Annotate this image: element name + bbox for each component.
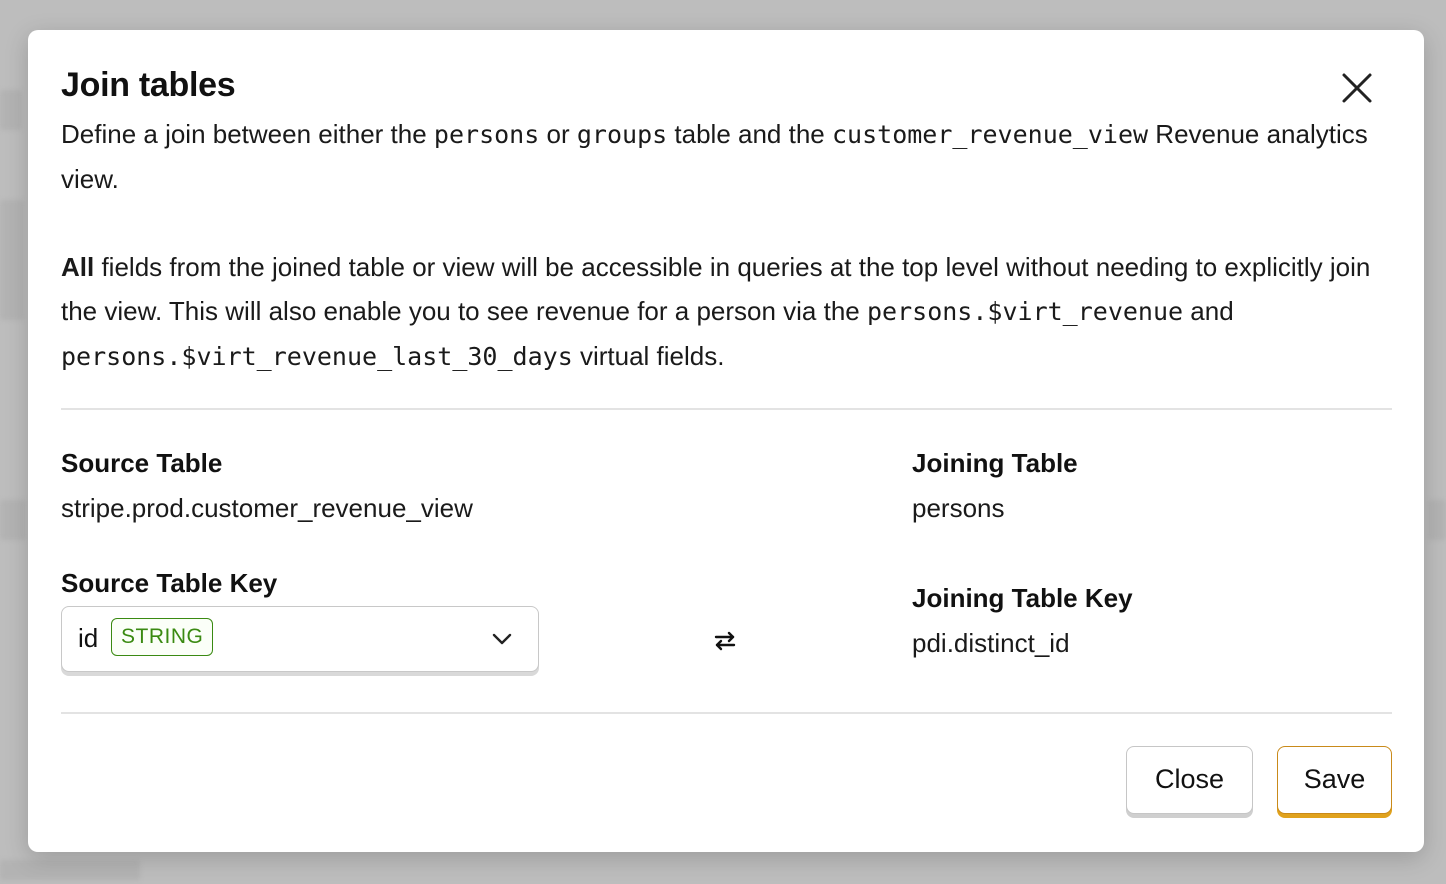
intro-text: or (539, 119, 577, 149)
bottom-divider (61, 712, 1392, 714)
source-key-select[interactable]: id STRING (61, 606, 539, 672)
intro-text: table and the (667, 119, 832, 149)
join-tables-dialog: Join tables Define a join between either… (28, 30, 1424, 852)
close-icon[interactable] (1337, 68, 1377, 108)
code-virt-revenue-30: persons.$virt_revenue_last_30_days (61, 342, 573, 371)
joining-key-value: pdi.distinct_id (912, 628, 1070, 658)
intro-paragraph: Define a join between either the persons… (61, 112, 1371, 201)
joining-table-value: persons (912, 493, 1005, 523)
joining-table-label: Joining Table (912, 448, 1078, 478)
type-badge: STRING (111, 618, 214, 656)
dialog-description: Define a join between either the persons… (61, 112, 1371, 379)
details-paragraph: All fields from the joined table or view… (61, 245, 1371, 379)
code-groups: groups (576, 120, 668, 149)
close-button[interactable]: Close (1126, 746, 1253, 814)
dialog-title: Join tables (61, 66, 236, 104)
source-table-value: stripe.prod.customer_revenue_view (61, 493, 473, 523)
code-view: customer_revenue_view (831, 120, 1149, 149)
background-content (0, 860, 140, 880)
details-text: and (1183, 296, 1234, 326)
background-content (0, 90, 22, 130)
swap-arrows-icon (714, 631, 736, 651)
source-table-label: Source Table (61, 448, 223, 478)
code-persons: persons (433, 120, 540, 149)
bold-all: All (61, 252, 95, 282)
joining-key-label: Joining Table Key (912, 583, 1133, 613)
top-divider (61, 408, 1392, 410)
source-key-value: id (78, 623, 99, 653)
background-content (1428, 500, 1446, 540)
intro-text: Define a join between either the (61, 119, 434, 149)
save-button[interactable]: Save (1277, 746, 1392, 814)
chevron-down-icon[interactable] (490, 627, 514, 651)
code-virt-revenue: persons.$virt_revenue (867, 297, 1184, 326)
source-key-label: Source Table Key (61, 568, 278, 598)
details-text: virtual fields. (572, 341, 725, 371)
background-content (0, 500, 26, 540)
background-content (0, 200, 24, 320)
